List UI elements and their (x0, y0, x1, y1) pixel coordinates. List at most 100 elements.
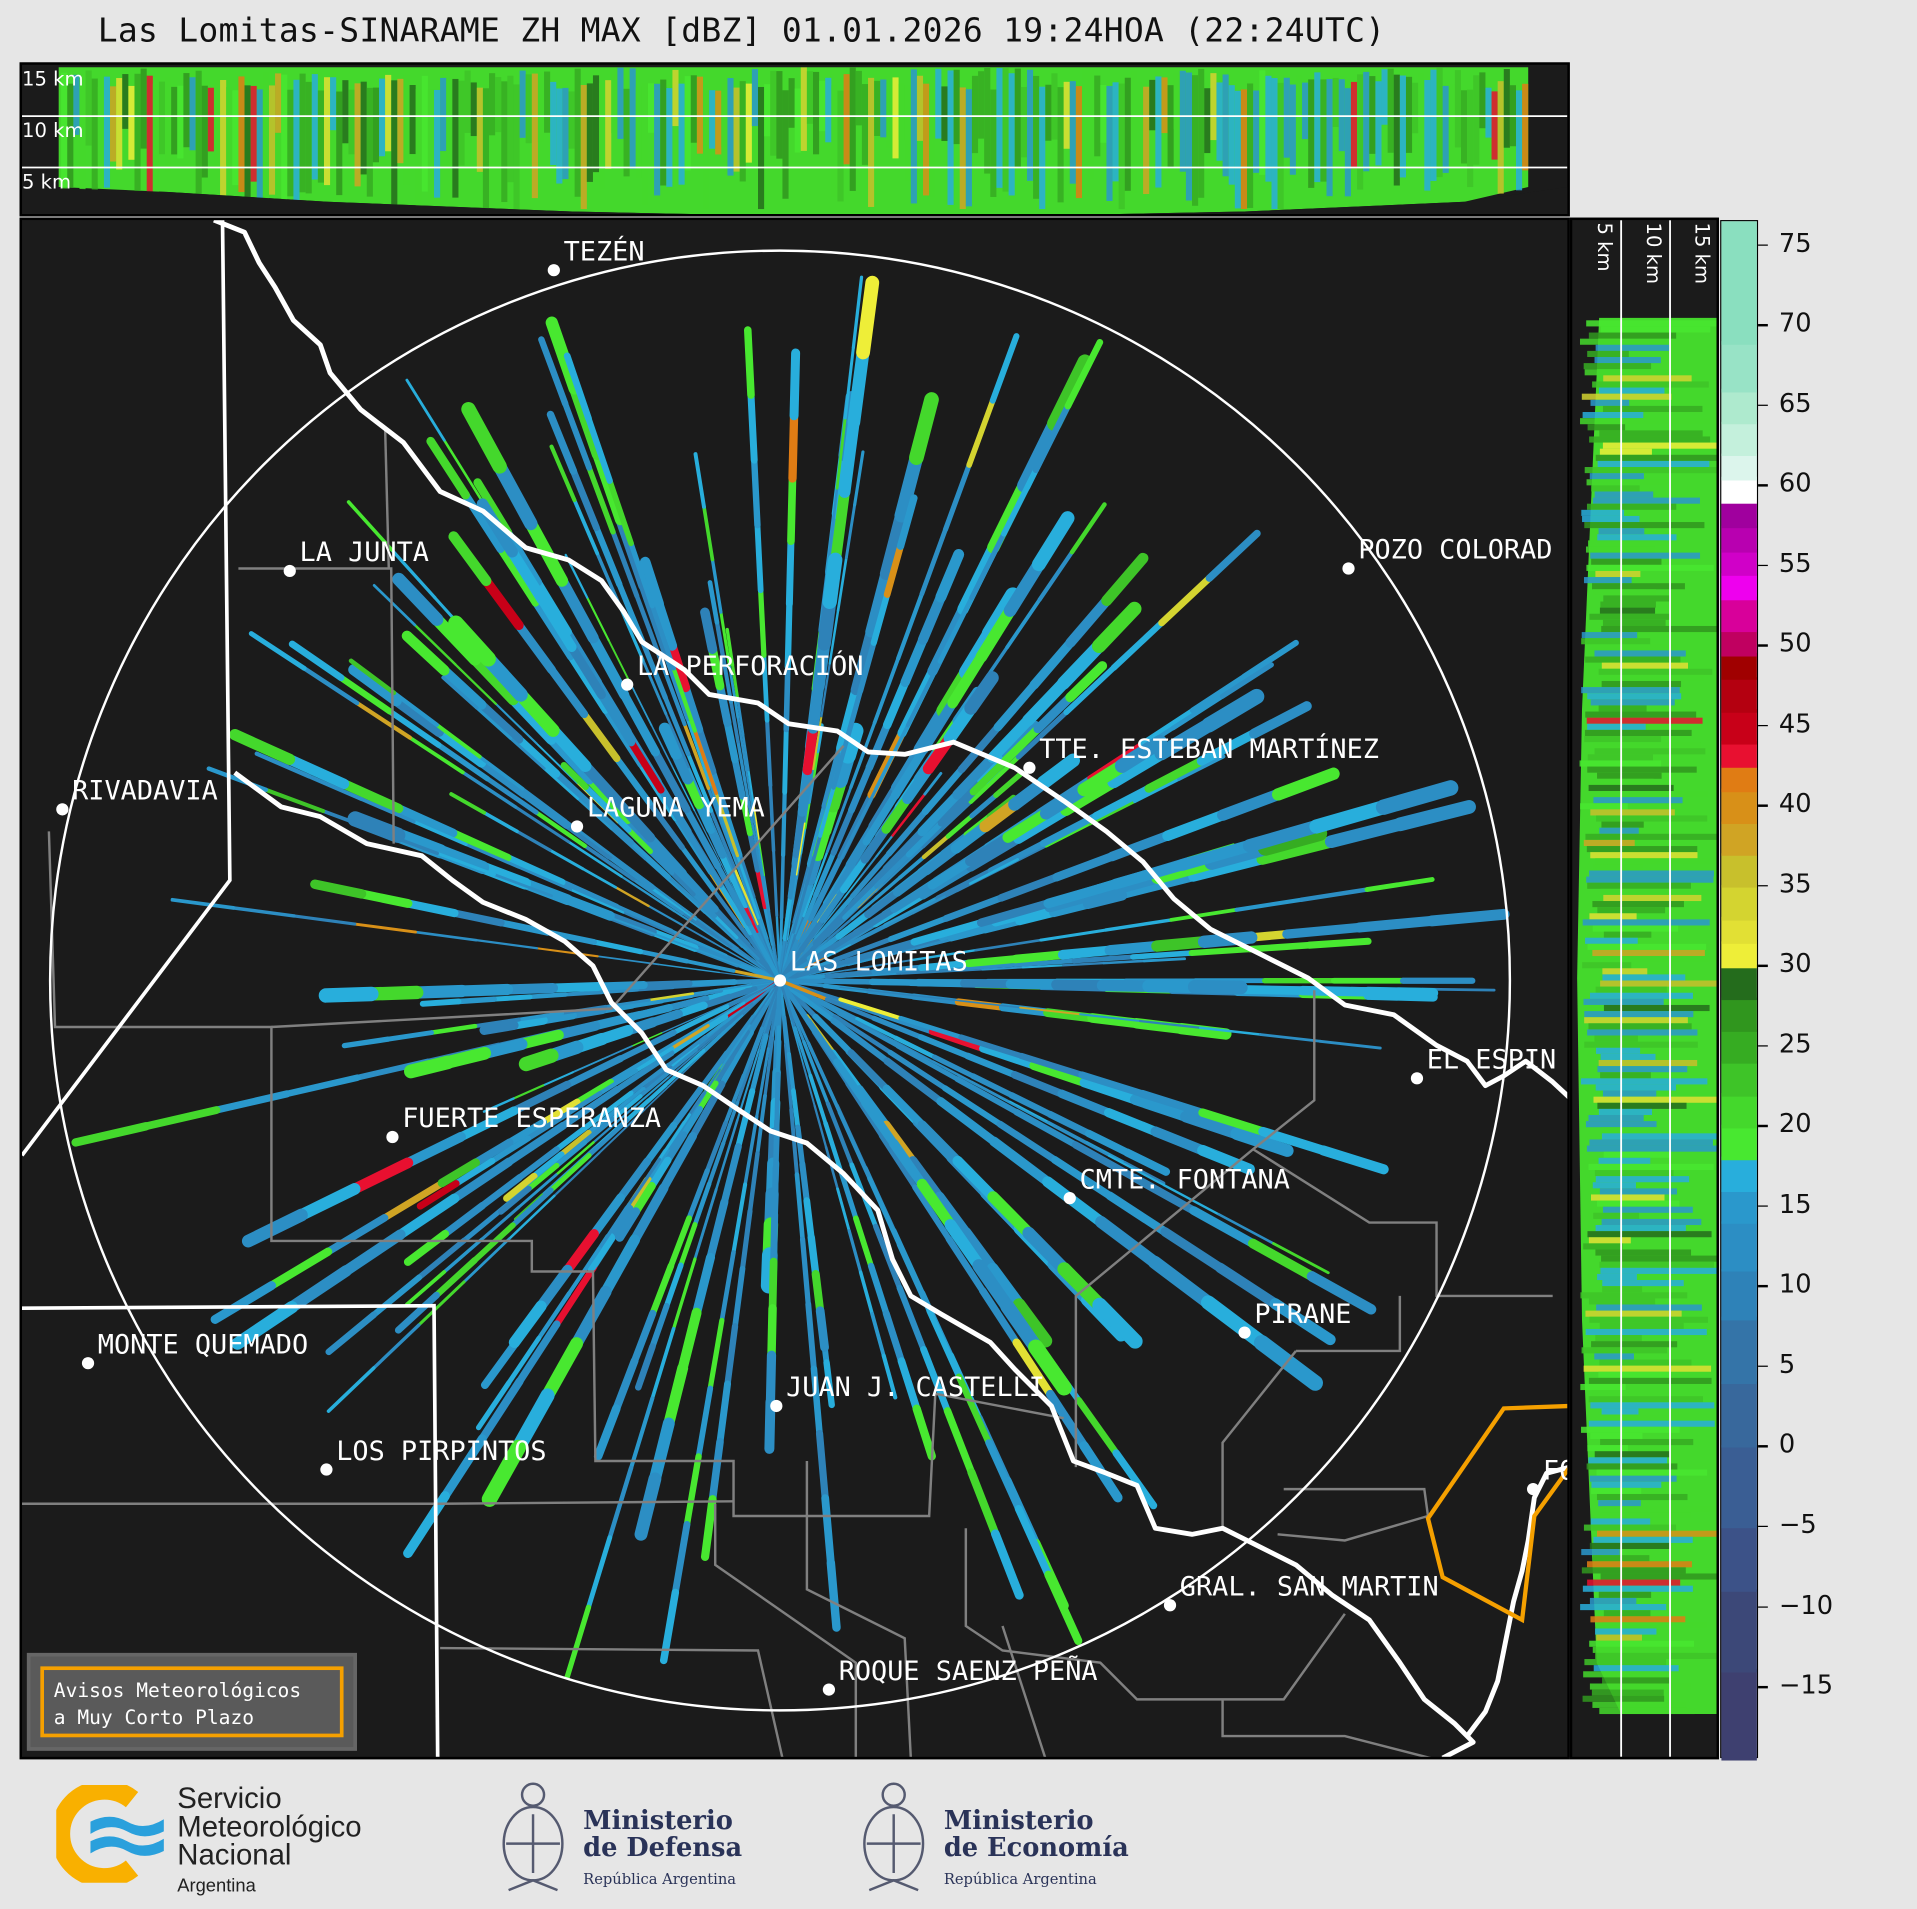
reflectivity-ray-segment (868, 978, 922, 986)
height-label-5km: 5 km (22, 169, 72, 194)
reflectivity-ray-segment (403, 899, 459, 918)
cross-section-column (293, 79, 300, 207)
cross-section-column (660, 79, 667, 186)
cross-section-row (1587, 424, 1626, 431)
cross-section-column (287, 89, 294, 197)
cross-section-column (1295, 74, 1303, 182)
cross-section-row (1597, 460, 1710, 468)
reflectivity-ray-segment (912, 1404, 936, 1461)
cross-section-column (605, 80, 612, 169)
reflectivity-ray-segment (357, 889, 413, 908)
cross-section-column (1192, 75, 1199, 206)
cross-section-row (1595, 858, 1717, 865)
reflectivity-ray-segment (700, 607, 718, 654)
cross-section-row (1598, 705, 1647, 712)
cross-section-column (440, 77, 447, 152)
cross-section-column (1479, 72, 1486, 129)
city-dot (570, 820, 584, 833)
cross-section-column (1057, 87, 1064, 203)
colorbar-tick (1758, 1685, 1768, 1688)
cross-section-right-image (1577, 220, 1717, 1757)
cross-section-row (1599, 1359, 1692, 1366)
cross-section-column (507, 75, 514, 183)
reflectivity-ray-segment (370, 1274, 423, 1318)
reflectivity-ray-segment (476, 861, 532, 890)
reflectivity-ray-segment (1039, 928, 1108, 942)
reflectivity-ray-segment (1104, 1107, 1161, 1137)
colorbar-band (1721, 965, 1757, 1001)
cross-section-column (1277, 82, 1284, 210)
radar-map[interactable]: TEZÉN LA JUNTA LA PERFORACIÓN POZO COLORAD T… (19, 217, 1570, 1760)
cross-section-column (146, 75, 153, 207)
colorbar-tick (1758, 1285, 1768, 1288)
colorbar-band (1721, 549, 1757, 577)
reflectivity-ray-segment (943, 1407, 976, 1477)
reflectivity-ray-segment (1057, 945, 1115, 960)
cross-section-column (990, 89, 997, 197)
colorbar-band (1721, 221, 1757, 345)
reflectivity-ray-segment (142, 1106, 221, 1131)
cross-section-column (978, 71, 985, 139)
cross-section-column (696, 76, 703, 154)
cross-section-row (1586, 1145, 1717, 1152)
cross-section-row (1592, 644, 1679, 651)
colorbar-band (1721, 629, 1757, 657)
cross-section-column (886, 89, 893, 149)
cross-section-row (1599, 1707, 1695, 1715)
cross-section-column (348, 89, 355, 155)
colorbar-band (1721, 1668, 1757, 1760)
cross-section-column (690, 75, 697, 143)
cross-section-row (1590, 399, 1630, 406)
cross-section-column (1454, 70, 1461, 148)
cross-section-row (1598, 1108, 1652, 1115)
cross-section-column (568, 91, 575, 149)
cross-section-row (1596, 1200, 1680, 1207)
cross-section-row (1595, 1225, 1686, 1232)
cross-section-row (1581, 1426, 1680, 1433)
reflectivity-ray-segment (936, 1096, 999, 1146)
colorbar-tick-label: 0 (1778, 1429, 1796, 1460)
cross-section-column (1289, 84, 1296, 175)
colorbar-band (1721, 789, 1757, 825)
cross-section-column (1033, 75, 1040, 199)
colorbar-band (1721, 477, 1757, 505)
cross-section-row (1596, 1493, 1688, 1501)
avisos-button[interactable]: Avisos Meteorológicos a Muy Corto Plazo (26, 1652, 357, 1751)
cross-section-column (751, 69, 758, 127)
cross-section-row (1602, 1280, 1684, 1287)
cross-section-column (226, 87, 233, 166)
cross-section-column (268, 85, 276, 195)
cross-section-column (1045, 84, 1052, 141)
city-label: TTE. ESTEBAN MARTÍNEZ (1039, 733, 1379, 765)
cross-section-row (1589, 992, 1693, 999)
reflectivity-ray-segment (456, 983, 514, 997)
reflectivity-ray-segment (1271, 767, 1340, 801)
reflectivity-ray-segment (1010, 1071, 1066, 1098)
smn-logo (56, 1784, 164, 1883)
reflectivity-ray-segment (770, 1211, 779, 1266)
reflectivity-ray-segment (288, 640, 345, 682)
city-dot (1238, 1326, 1251, 1339)
cross-section-column (525, 74, 532, 144)
cross-section-row (1583, 998, 1664, 1005)
cross-section-right-panel: 5 km 10 km 15 km (1569, 217, 1719, 1760)
cross-section-row (1588, 1023, 1692, 1030)
cross-section-column (1008, 73, 1015, 196)
cross-section-column (1357, 74, 1364, 190)
cross-section-row (1603, 595, 1670, 602)
city-dot (1410, 1072, 1424, 1085)
cross-section-row (1591, 1481, 1662, 1488)
reflectivity-ray-segment (677, 1307, 702, 1374)
cross-section-column (476, 87, 483, 172)
cross-section-row (1593, 1096, 1717, 1103)
reflectivity-ray-segment (900, 635, 928, 687)
cross-section-column (482, 88, 490, 210)
cross-section-column (305, 81, 312, 194)
reflectivity-ray-segment (847, 346, 870, 429)
reflectivity-ray-segment (1014, 1504, 1053, 1579)
reflectivity-ray-segment (326, 1366, 376, 1413)
cross-section-row (1588, 1457, 1668, 1464)
cross-section-row (1589, 473, 1644, 480)
city-label: LAGUNA YEMA (587, 793, 765, 824)
cross-section-row (1584, 1017, 1688, 1024)
